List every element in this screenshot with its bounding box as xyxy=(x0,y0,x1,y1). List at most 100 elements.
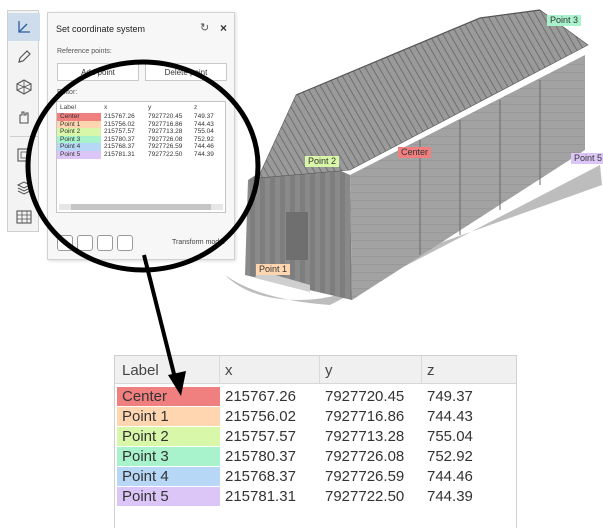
table-row[interactable]: Point 2 215757.57 7927713.28 755.04 xyxy=(115,427,516,446)
row-y[interactable]: 7927720.45 xyxy=(325,387,404,406)
row-z[interactable]: 744.46 xyxy=(191,143,225,151)
row-label[interactable]: Point 3 xyxy=(57,135,101,144)
pencil-icon[interactable] xyxy=(8,43,40,71)
table-row[interactable]: Point 4 215768.37 7927726.59 744.46 xyxy=(57,143,225,151)
row-label[interactable]: Point 4 xyxy=(117,467,220,486)
axes-icon[interactable] xyxy=(8,13,40,41)
horizontal-scrollbar[interactable] xyxy=(59,204,223,210)
row-y[interactable]: 7927722.50 xyxy=(325,487,404,506)
reset-icon[interactable]: ↻ xyxy=(200,21,209,34)
table-row[interactable]: Point 5 215781.31 7927722.50 744.39 xyxy=(57,150,225,159)
row-label[interactable]: Center xyxy=(117,387,220,406)
scene-label-point3[interactable]: Point 3 xyxy=(547,15,582,26)
table-row[interactable]: Point 3 215780.37 7927726.08 752.92 xyxy=(57,135,225,144)
coordinate-system-dialog: Set coordinate system ↻ × Reference poin… xyxy=(47,12,235,260)
scrollbar-thumb[interactable] xyxy=(71,204,211,210)
row-label[interactable]: Point 5 xyxy=(117,487,220,506)
points-table-mini[interactable]: Label x y z Center 215767.26 7927720.45 … xyxy=(56,101,226,213)
row-z[interactable]: 755.04 xyxy=(191,128,225,136)
row-y[interactable]: 7927716.86 xyxy=(145,121,191,129)
row-z[interactable]: 744.39 xyxy=(191,151,225,159)
table-row[interactable]: Point 1 215756.02 7927716.86 744.43 xyxy=(57,120,225,129)
row-label[interactable]: Point 3 xyxy=(117,447,220,466)
row-x[interactable]: 215756.02 xyxy=(225,407,296,426)
table-row[interactable]: Center 215767.26 7927720.45 749.37 xyxy=(57,113,225,121)
app-stage: Point 3 Point 2 Center Point 5 Point 1 S… xyxy=(0,0,603,528)
col-header-label[interactable]: Label xyxy=(57,102,101,113)
row-z[interactable]: 755.04 xyxy=(427,427,473,446)
scene-label-point5[interactable]: Point 5 xyxy=(571,153,603,164)
row-z[interactable]: 744.46 xyxy=(427,467,473,486)
row-z[interactable]: 749.37 xyxy=(191,113,225,121)
polyhedron-icon[interactable] xyxy=(8,73,40,101)
col-header-y[interactable]: y xyxy=(325,362,333,379)
rotate-icon[interactable] xyxy=(97,235,113,251)
row-x[interactable]: 215757.57 xyxy=(101,128,145,136)
stack-icon[interactable] xyxy=(8,173,40,201)
transform-model-label[interactable]: Transform model xyxy=(172,239,225,246)
grid-table-icon[interactable] xyxy=(8,203,40,231)
row-y[interactable]: 7927713.28 xyxy=(145,128,191,136)
row-x[interactable]: 215756.02 xyxy=(101,121,145,129)
row-x[interactable]: 215768.37 xyxy=(101,143,145,151)
row-z[interactable]: 744.43 xyxy=(191,121,225,129)
row-label[interactable]: Point 5 xyxy=(57,150,101,159)
row-y[interactable]: 7927726.59 xyxy=(145,143,191,151)
row-y[interactable]: 7927716.86 xyxy=(325,407,404,426)
scene-label-point2[interactable]: Point 2 xyxy=(305,156,340,167)
row-z[interactable]: 752.92 xyxy=(191,136,225,144)
row-x[interactable]: 215780.37 xyxy=(101,136,145,144)
row-z[interactable]: 752.92 xyxy=(427,447,473,466)
row-z[interactable]: 749.37 xyxy=(427,387,473,406)
import-icon[interactable] xyxy=(57,235,73,251)
close-icon[interactable]: × xyxy=(220,21,227,35)
scene-label-point1[interactable]: Point 1 xyxy=(256,264,291,275)
row-y[interactable]: 7927726.08 xyxy=(325,447,404,466)
row-y[interactable]: 7927726.59 xyxy=(325,467,404,486)
dialog-title: Set coordinate system xyxy=(56,24,146,34)
col-header-z[interactable]: z xyxy=(191,102,225,113)
export-icon[interactable] xyxy=(117,235,133,251)
row-label[interactable]: Point 1 xyxy=(57,120,101,129)
col-header-x[interactable]: x xyxy=(225,362,233,379)
door xyxy=(286,212,308,260)
col-header-z[interactable]: z xyxy=(427,362,435,379)
row-label[interactable]: Point 2 xyxy=(117,427,220,446)
row-label[interactable]: Point 2 xyxy=(57,128,101,136)
row-z[interactable]: 744.43 xyxy=(427,407,473,426)
add-point-button[interactable]: Add point xyxy=(57,63,139,81)
row-y[interactable]: 7927726.08 xyxy=(145,136,191,144)
table-header: Label x y z xyxy=(115,356,516,384)
points-table-zoomed[interactable]: Label x y z Center 215767.26 7927720.45 749… xyxy=(114,355,517,528)
left-toolbar xyxy=(7,10,40,232)
col-header-x[interactable]: x xyxy=(101,102,145,113)
row-y[interactable]: 7927713.28 xyxy=(325,427,404,446)
table-row[interactable]: Point 2 215757.57 7927713.28 755.04 xyxy=(57,128,225,136)
col-header-y[interactable]: y xyxy=(145,102,191,113)
row-x[interactable]: 215781.31 xyxy=(101,151,145,159)
row-label[interactable]: Center xyxy=(57,113,101,121)
row-label[interactable]: Point 4 xyxy=(57,143,101,151)
hand-icon[interactable] xyxy=(8,103,40,131)
table-row[interactable]: Point 5 215781.31 7927722.50 744.39 xyxy=(115,487,516,506)
row-y[interactable]: 7927720.45 xyxy=(145,113,191,121)
layers-frame-icon[interactable] xyxy=(8,141,40,169)
table-row[interactable]: Point 1 215756.02 7927716.86 744.43 xyxy=(115,407,516,426)
row-x[interactable]: 215767.26 xyxy=(225,387,296,406)
row-x[interactable]: 215780.37 xyxy=(225,447,296,466)
row-label[interactable]: Point 1 xyxy=(117,407,220,426)
row-x[interactable]: 215781.31 xyxy=(225,487,296,506)
row-z[interactable]: 744.39 xyxy=(427,487,473,506)
table-row[interactable]: Center 215767.26 7927720.45 749.37 xyxy=(115,387,516,406)
delete-point-button[interactable]: Delete point xyxy=(145,63,227,81)
row-y[interactable]: 7927722.50 xyxy=(145,151,191,159)
table-row[interactable]: Point 3 215780.37 7927726.08 752.92 xyxy=(115,447,516,466)
editor-label: Editor: xyxy=(57,89,78,96)
row-x[interactable]: 215757.57 xyxy=(225,427,296,446)
col-header-label[interactable]: Label xyxy=(122,362,159,379)
copy-icon[interactable] xyxy=(77,235,93,251)
scene-label-center[interactable]: Center xyxy=(398,147,432,158)
row-x[interactable]: 215767.26 xyxy=(101,113,145,121)
row-x[interactable]: 215768.37 xyxy=(225,467,296,486)
table-row[interactable]: Point 4 215768.37 7927726.59 744.46 xyxy=(115,467,516,486)
